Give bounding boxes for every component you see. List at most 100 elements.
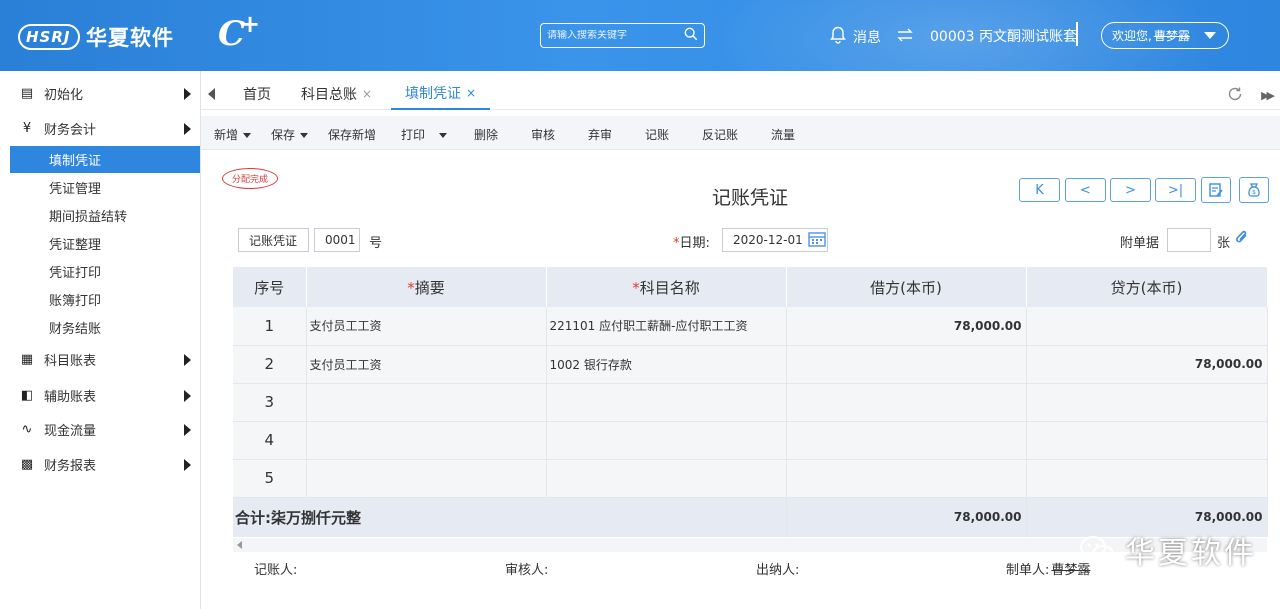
chevron-right-icon (184, 424, 191, 436)
delete-button[interactable]: 删除 (474, 126, 498, 143)
tab-fill-voucher[interactable]: 填制凭证 × (391, 78, 491, 110)
user-menu[interactable]: 欢迎您, 曹梦露 (1101, 22, 1229, 49)
edit-note-icon (1209, 183, 1223, 197)
credit-cell[interactable] (1026, 459, 1268, 498)
account-cell[interactable] (546, 421, 787, 460)
money-bag-button[interactable]: $ (1239, 177, 1269, 203)
cash-flow-button[interactable]: 流量 (771, 126, 795, 143)
scroll-left-icon[interactable] (237, 541, 242, 549)
summary-cell[interactable]: 支付员工工资 (306, 345, 547, 384)
brand-logo[interactable]: HSRJ 华夏软件 (18, 22, 174, 52)
summary-cell[interactable] (306, 421, 547, 460)
attachment-count-input[interactable] (1167, 228, 1211, 252)
sidebar-group-finance[interactable]: ¥ 财务会计 (0, 111, 201, 145)
close-icon[interactable]: × (466, 86, 476, 100)
search-box[interactable] (540, 23, 705, 48)
auditor-label: 审核人: (505, 563, 549, 578)
row-index: 2 (233, 345, 307, 384)
audit-button[interactable]: 审核 (531, 126, 555, 143)
chevron-right-icon (184, 354, 191, 366)
account-set-name[interactable]: 00003 丙文酮测试账套 (930, 26, 1077, 46)
credit-cell[interactable] (1026, 307, 1268, 346)
sidebar-group-label: 科目账表 (44, 353, 97, 369)
tab-general-ledger[interactable]: 科目总账 × (301, 78, 372, 110)
sidebar-item-voucher-sort[interactable]: 凭证整理 (10, 230, 200, 257)
sidebar-item-close-period[interactable]: 财务结账 (10, 314, 200, 341)
print-button[interactable]: 打印 (401, 126, 448, 143)
debit-cell[interactable]: 78,000.00 (786, 307, 1027, 346)
debit-cell[interactable] (786, 421, 1027, 460)
debit-cell[interactable] (786, 345, 1027, 384)
unpost-button[interactable]: 反记账 (702, 126, 738, 143)
sidebar-item-fill-voucher[interactable]: 填制凭证 (10, 146, 200, 173)
refresh-icon[interactable] (1227, 86, 1243, 102)
bell-icon[interactable] (830, 26, 846, 44)
post-button[interactable]: 记账 (645, 126, 669, 143)
summary-cell[interactable] (306, 459, 547, 498)
column-header: 贷方(本币) (1026, 267, 1268, 307)
table-row: 3 (233, 383, 1268, 422)
voucher-type-select[interactable]: 记账凭证 (238, 228, 309, 252)
new-button[interactable]: 新增 (214, 126, 252, 143)
total-in-words: 合计:柒万捌仟元整 (233, 497, 787, 537)
sidebar-item-voucher-manage[interactable]: 凭证管理 (10, 174, 200, 201)
column-header-text: 摘要 (414, 278, 445, 297)
account-cell[interactable]: 221101 应付职工薪酬-应付职工工资 (546, 307, 787, 346)
first-page-icon: K (1035, 182, 1044, 198)
account-cell[interactable] (546, 459, 787, 498)
summary-cell[interactable]: 支付员工工资 (306, 307, 547, 346)
sidebar-group-aux-books[interactable]: ◧ 辅助账表 (0, 378, 201, 412)
document-icon: ▦ (20, 351, 34, 367)
sidebar-group-cash-flow[interactable]: ∿ 现金流量 (0, 412, 201, 446)
calendar-icon[interactable] (808, 231, 826, 247)
debit-cell[interactable] (786, 383, 1027, 422)
voucher-toolbar: 新增 保存 保存新增 打印 删除 审核 弃审 记账 反记账 流量 (201, 116, 1280, 150)
bookkeeper-label: 记账人: (254, 563, 298, 578)
money-bag-icon: $ (1248, 183, 1260, 197)
tab-scroll-left-icon[interactable] (208, 88, 215, 100)
watermark-text: 华夏软件 (1125, 536, 1257, 571)
sidebar-item-label: 期间损益结转 (49, 210, 128, 225)
date-label: *日期: (673, 236, 710, 251)
save-new-button[interactable]: 保存新增 (328, 126, 376, 143)
next-record-button[interactable]: > (1110, 178, 1151, 202)
messages-link[interactable]: 消息 (853, 27, 881, 47)
credit-cell[interactable]: 78,000.00 (1026, 345, 1268, 384)
save-button[interactable]: 保存 (271, 126, 309, 143)
dropdown-caret-icon (439, 133, 448, 138)
summary-cell[interactable] (306, 383, 547, 422)
reject-audit-button[interactable]: 弃审 (588, 126, 612, 143)
close-icon[interactable]: × (362, 87, 372, 101)
paperclip-icon[interactable] (1234, 228, 1250, 246)
sidebar-item-period-pl[interactable]: 期间损益结转 (10, 202, 200, 229)
voucher-number-input[interactable]: 0001 (314, 228, 360, 252)
sidebar-item-label: 凭证整理 (49, 238, 102, 253)
search-icon[interactable] (684, 27, 698, 41)
debit-cell[interactable] (786, 459, 1027, 498)
sidebar-group-account-books[interactable]: ▦ 科目账表 (0, 342, 201, 376)
tab-scroll-right-icon[interactable]: ▶▶ (1261, 89, 1275, 102)
sidebar-item-voucher-print[interactable]: 凭证打印 (10, 258, 200, 285)
prev-record-button[interactable]: < (1065, 178, 1106, 202)
table-row: 2 支付员工工资 1002 银行存款 78,000.00 (233, 345, 1268, 384)
account-cell[interactable] (546, 383, 787, 422)
sidebar-item-label: 填制凭证 (49, 154, 102, 169)
account-cell[interactable]: 1002 银行存款 (546, 345, 787, 384)
brand-name: 华夏软件 (86, 26, 174, 50)
credit-cell[interactable] (1026, 383, 1268, 422)
tab-label: 科目总账 (301, 87, 357, 103)
sidebar-group-init[interactable]: ▤ 初始化 (0, 76, 201, 110)
switch-account-icon[interactable] (896, 26, 914, 44)
sidebar-group-reports[interactable]: ▩ 财务报表 (0, 447, 201, 481)
cashier-label: 出纳人: (756, 563, 800, 578)
tab-home[interactable]: 首页 (243, 78, 271, 110)
sidebar-item-ledger-print[interactable]: 账簿打印 (10, 286, 200, 313)
copy-icon: ◧ (20, 387, 34, 403)
date-label-text: 日期: (679, 236, 710, 251)
credit-cell[interactable] (1026, 421, 1268, 460)
search-input[interactable] (547, 30, 682, 41)
edit-voucher-button[interactable] (1201, 177, 1231, 203)
flow-icon: ∿ (21, 421, 33, 437)
last-record-button[interactable]: >| (1155, 178, 1196, 202)
first-record-button[interactable]: K (1019, 178, 1060, 202)
